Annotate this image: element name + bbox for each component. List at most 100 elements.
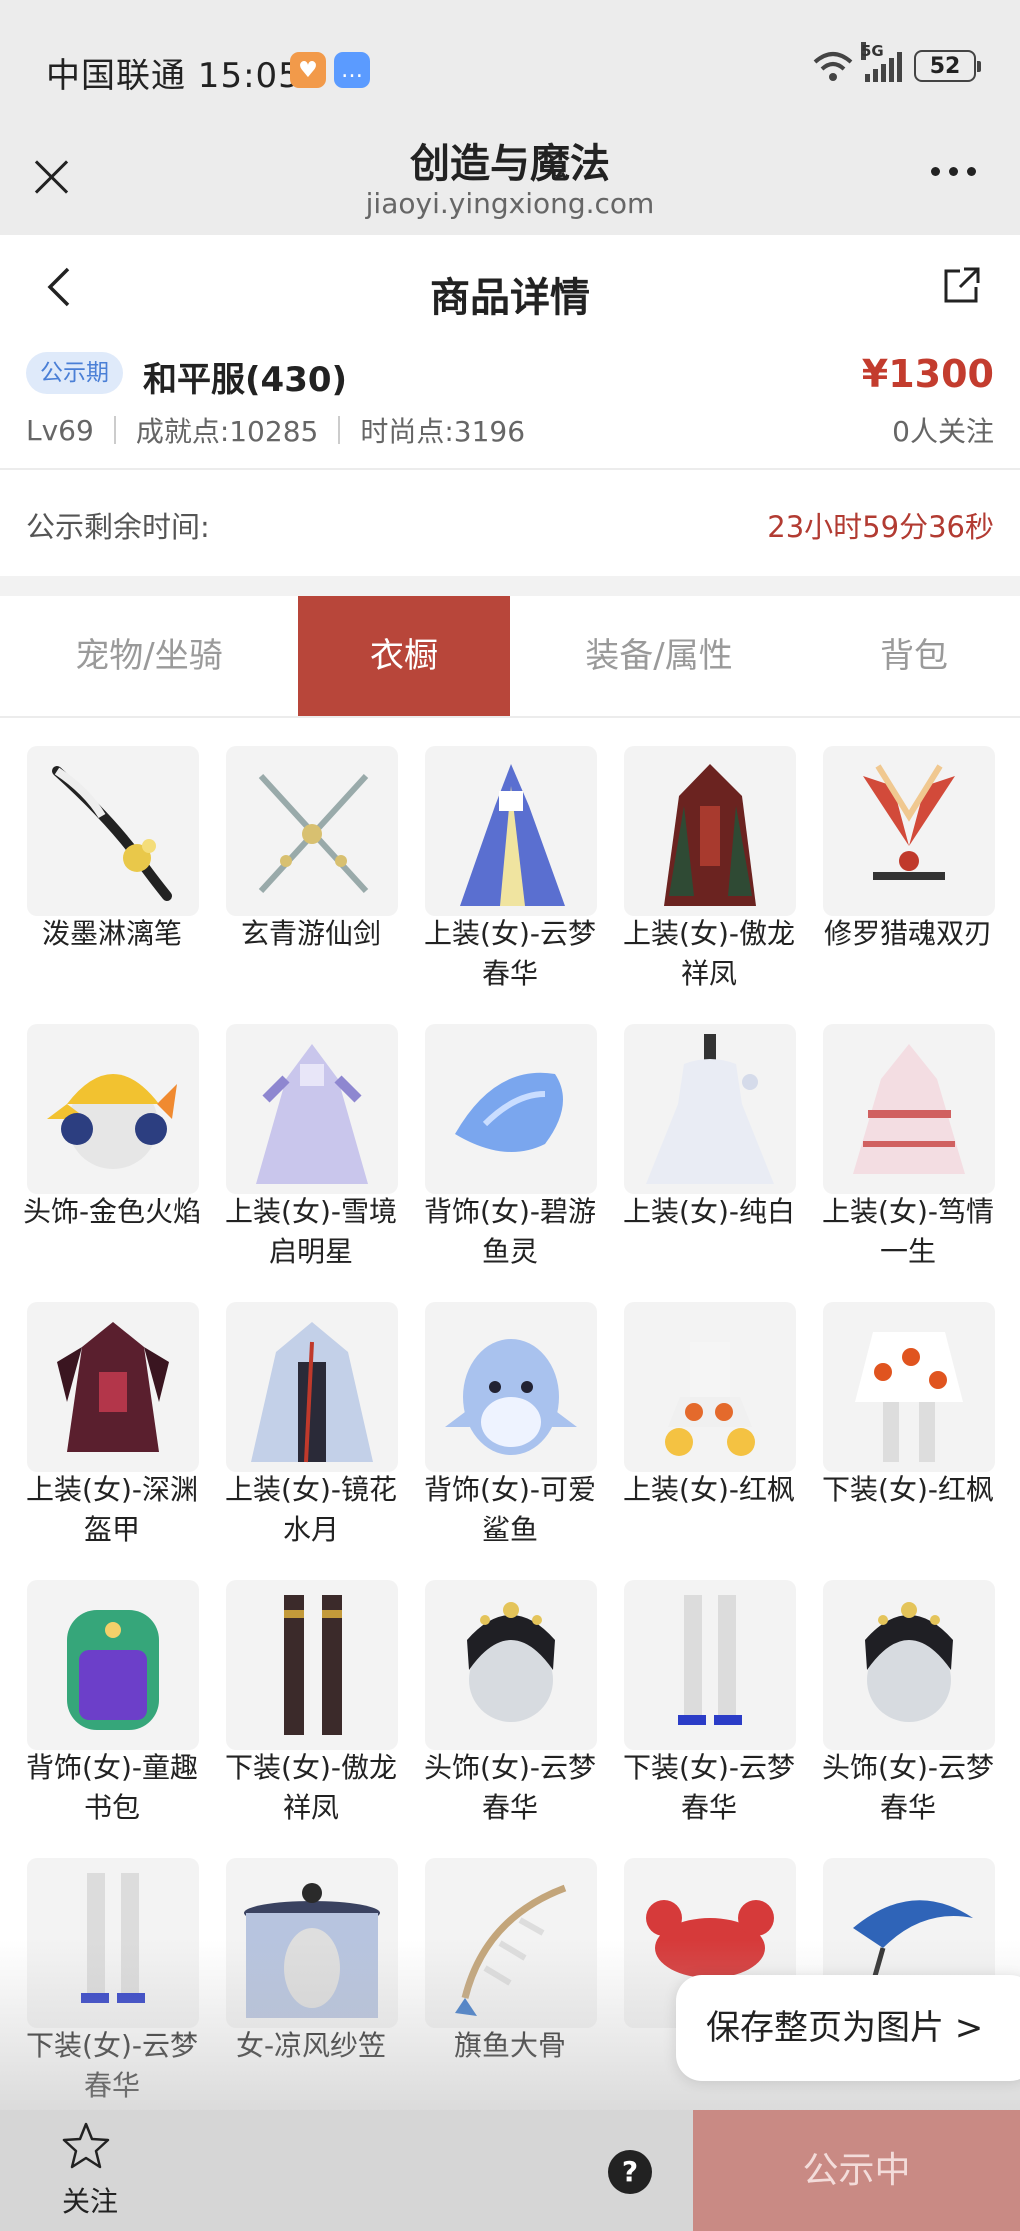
item-thumbnail — [226, 1302, 398, 1472]
dress-pink-icon — [853, 1044, 965, 1174]
item-thumbnail — [823, 1024, 995, 1194]
signal-icon: 5G — [861, 42, 902, 82]
wardrobe-item[interactable]: 背饰(女)-可爱鲨鱼 — [410, 1274, 610, 1546]
divider — [113, 416, 116, 444]
wardrobe-item[interactable]: 下装(女)-红枫 — [808, 1274, 1008, 1544]
item-thumbnail — [226, 746, 398, 916]
network-label: 5G — [861, 42, 884, 60]
wardrobe-item[interactable]: 背饰(女)-碧游鱼灵 — [410, 996, 610, 1268]
item-name: 上装(女)-镜花水月 — [225, 1473, 397, 1546]
help-icon[interactable]: ? — [608, 2150, 652, 2194]
cap-icon — [47, 1074, 177, 1169]
head-ornament-icon — [467, 1602, 555, 1722]
fish-spirit-icon — [455, 1072, 563, 1152]
wardrobe-item[interactable]: 上装(女)-纯白 — [609, 996, 809, 1266]
wardrobe-item[interactable]: 修罗猎魂双刃 — [808, 718, 1008, 988]
item-name: 上装(女)-雪境启明星 — [225, 1195, 397, 1268]
public-status-button[interactable]: 公示中 — [693, 2110, 1020, 2231]
legs-dark-icon — [284, 1595, 342, 1735]
account-stats: Lv69 成就点:10285 时尚点:3196 — [26, 410, 525, 450]
tab-backpack[interactable]: 背包 — [808, 596, 1020, 716]
wifi-icon — [813, 52, 853, 81]
follower-count: 0人关注 — [892, 415, 994, 448]
item-thumbnail — [27, 1580, 199, 1750]
item-thumbnail — [425, 1302, 597, 1472]
save-page-as-image-button[interactable]: 保存整页为图片 > — [676, 1975, 1020, 2081]
item-thumbnail — [27, 1024, 199, 1194]
wardrobe-item[interactable]: 下装(女)-傲龙祥凤 — [211, 1552, 411, 1824]
more-options-icon[interactable] — [931, 167, 976, 176]
gown-white-icon — [256, 1044, 368, 1184]
follow-button[interactable]: 关注 — [30, 2110, 150, 2231]
page-title: 商品详情 — [430, 275, 590, 321]
item-thumbnail — [823, 1580, 995, 1750]
outfit-maple-icon — [665, 1342, 755, 1456]
robe-icon — [251, 1322, 373, 1463]
item-name: 下装(女)-傲龙祥凤 — [225, 1751, 397, 1824]
item-thumbnail — [624, 1024, 796, 1194]
wardrobe-grid: 泼墨淋漓笔 玄青游仙剑 上装(女)-云梦春华 上装(女)-傲龙祥凤 修罗猎魂双刃头饰-金… — [0, 718, 1020, 2108]
item-name: 修罗猎魂双刃 — [823, 917, 992, 950]
item-name: 玄青游仙剑 — [240, 917, 381, 950]
item-thumbnail — [27, 746, 199, 916]
item-thumbnail — [624, 1580, 796, 1750]
wardrobe-item[interactable]: 玄青游仙剑 — [211, 718, 411, 988]
item-name: 上装(女)-深渊盔甲 — [26, 1473, 198, 1546]
item-thumbnail — [823, 746, 995, 916]
wardrobe-item[interactable]: 上装(女)-傲龙祥凤 — [609, 718, 809, 990]
skirt-maple-icon — [855, 1332, 963, 1462]
share-icon[interactable] — [942, 265, 982, 305]
listing-info: 公示期 和平服(430) ¥1300 Lv69 成就点:10285 时尚点:31… — [0, 340, 1020, 470]
bottom-bar: 关注 ? 公示中 — [0, 2110, 1020, 2231]
tab-pets-mounts[interactable]: 宠物/坐骑 — [0, 596, 298, 716]
backpack-icon — [67, 1610, 159, 1730]
item-thumbnail — [624, 746, 796, 916]
item-name: 头饰(女)-云梦春华 — [822, 1751, 994, 1824]
carrier-time: 中国联通 15:05 — [46, 56, 301, 96]
star-icon — [62, 2122, 110, 2169]
wardrobe-item[interactable]: 上装(女)-镜花水月 — [211, 1274, 411, 1546]
twin-blades-icon — [863, 764, 955, 880]
battery-indicator: 52 — [914, 50, 981, 82]
divider — [338, 416, 341, 444]
armor-icon — [57, 1322, 169, 1452]
status-bar: 中国联通 15:05 ♥ … 5G 52 — [0, 0, 1020, 125]
fashion-points: 时尚点:3196 — [360, 415, 526, 448]
item-name: 下装(女)-红枫 — [822, 1473, 994, 1506]
item-name: 头饰(女)-云梦春华 — [424, 1751, 596, 1824]
tab-bar: 宠物/坐骑 衣橱 装备/属性 背包 — [0, 596, 1020, 718]
wardrobe-item[interactable]: 上装(女)-深渊盔甲 — [12, 1274, 212, 1546]
message-notification-icon: … — [334, 52, 370, 88]
dress-white-icon — [646, 1034, 774, 1184]
wardrobe-item[interactable]: 头饰(女)-云梦春华 — [808, 1552, 1008, 1824]
wardrobe-item[interactable]: 上装(女)-笃情一生 — [808, 996, 1008, 1268]
wardrobe-item[interactable]: 背饰(女)-童趣书包 — [12, 1552, 212, 1824]
crossed-swords-icon — [258, 773, 369, 894]
wardrobe-item[interactable]: 上装(女)-云梦春华 — [410, 718, 610, 990]
item-name: 泼墨淋漓笔 — [41, 917, 182, 950]
status-indicators: 5G 52 — [813, 42, 981, 82]
tab-equipment[interactable]: 装备/属性 — [510, 596, 808, 716]
server-name: 和平服(430) — [143, 360, 348, 400]
status-tag: 公示期 — [26, 352, 123, 394]
tab-wardrobe[interactable]: 衣橱 — [298, 596, 510, 716]
wardrobe-item[interactable]: 头饰(女)-云梦春华 — [410, 1552, 610, 1824]
item-thumbnail — [823, 1302, 995, 1472]
item-thumbnail — [27, 1302, 199, 1472]
item-thumbnail — [624, 1302, 796, 1472]
wardrobe-item[interactable]: 上装(女)-雪境启明星 — [211, 996, 411, 1268]
shark-icon — [445, 1339, 577, 1455]
item-name: 背饰(女)-童趣书包 — [26, 1751, 198, 1824]
wardrobe-item[interactable]: 下装(女)-云梦春华 — [609, 1552, 809, 1824]
gown-blue-icon — [460, 764, 565, 906]
countdown-value: 23小时59分36秒 — [767, 510, 994, 544]
item-name: 背饰(女)-碧游鱼灵 — [424, 1195, 596, 1268]
brush-icon — [52, 766, 172, 901]
item-thumbnail — [226, 1024, 398, 1194]
item-thumbnail — [425, 746, 597, 916]
wardrobe-item[interactable]: 上装(女)-红枫 — [609, 1274, 809, 1544]
wardrobe-item[interactable]: 泼墨淋漓笔 — [12, 718, 212, 988]
gown-red-icon — [664, 764, 756, 906]
item-name: 上装(女)-云梦春华 — [424, 917, 596, 990]
wardrobe-item[interactable]: 头饰-金色火焰 — [12, 996, 212, 1266]
